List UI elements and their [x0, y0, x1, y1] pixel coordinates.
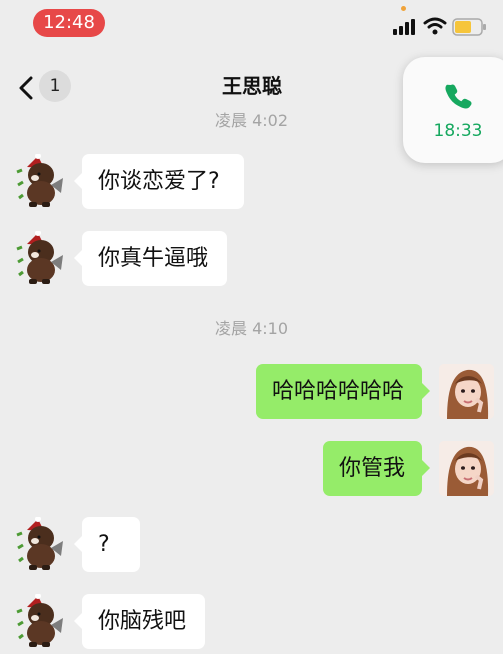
message-bubble-incoming[interactable]: 你谈恋爱了? — [74, 154, 244, 209]
contact-avatar[interactable] — [11, 154, 66, 209]
battery-icon — [452, 18, 486, 36]
bear-icon — [11, 231, 66, 286]
privacy-indicator-dot — [401, 6, 406, 11]
chat-title: 王思聪 — [222, 74, 282, 98]
unread-count-badge[interactable]: 1 — [39, 70, 71, 102]
girl-portrait-icon — [439, 364, 494, 419]
status-bar: 12:48 — [0, 0, 503, 46]
message-bubble-incoming[interactable]: ? — [74, 517, 140, 572]
message-bubble-outgoing[interactable]: 哈哈哈哈哈哈 — [256, 364, 430, 419]
girl-portrait-icon — [439, 441, 494, 496]
message-bubble-incoming[interactable]: 你真牛逼哦 — [74, 231, 227, 286]
bear-icon — [11, 594, 66, 649]
self-avatar[interactable] — [439, 441, 494, 496]
contact-avatar[interactable] — [11, 517, 66, 572]
status-time: 12:48 — [33, 9, 105, 37]
message-bubble-incoming[interactable]: 你脑残吧 — [74, 594, 205, 649]
contact-avatar[interactable] — [11, 231, 66, 286]
bear-icon — [11, 517, 66, 572]
self-avatar[interactable] — [439, 364, 494, 419]
back-icon[interactable] — [17, 76, 35, 100]
phone-icon — [445, 84, 472, 109]
floating-call-card[interactable]: 18:33 — [403, 57, 503, 163]
message-bubble-outgoing[interactable]: 你管我 — [323, 441, 430, 496]
contact-avatar[interactable] — [11, 594, 66, 649]
wifi-icon — [423, 17, 447, 35]
call-duration: 18:33 — [433, 121, 483, 141]
timestamp: 凌晨 4:10 — [214, 319, 289, 338]
bear-icon — [11, 154, 66, 209]
signal-icon — [393, 19, 415, 35]
